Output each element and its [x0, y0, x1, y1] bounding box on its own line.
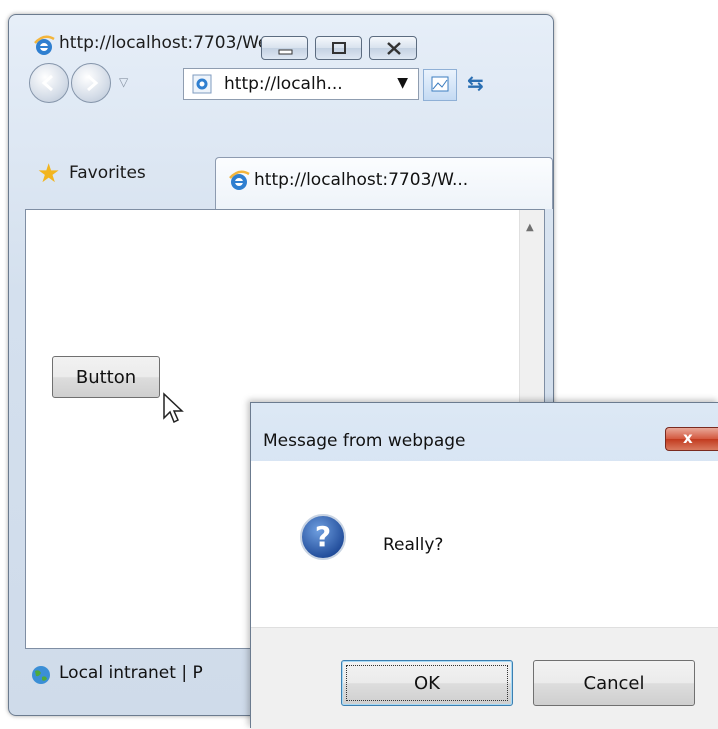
question-icon: ?	[300, 514, 346, 560]
forward-button[interactable]	[71, 63, 111, 103]
forward-arrow-icon	[87, 74, 99, 92]
confirm-dialog: Message from webpage x ? Really? OK Canc…	[250, 402, 718, 729]
restore-icon	[332, 42, 346, 54]
recent-pages-dropdown-icon[interactable]: ▽	[119, 75, 128, 89]
navigation-bar: ▽ http://localh... ▼ ⇆	[9, 61, 553, 107]
cancel-button[interactable]: Cancel	[533, 660, 695, 706]
dialog-title: Message from webpage	[263, 431, 466, 451]
star-icon: ★	[37, 159, 61, 189]
compatibility-icon	[431, 76, 449, 92]
page-button[interactable]: Button	[52, 356, 160, 398]
scroll-up-icon[interactable]: ▲	[526, 222, 534, 233]
zone-status: Local intranet | P	[59, 663, 203, 683]
dialog-footer: OK Cancel	[251, 627, 718, 729]
globe-icon	[32, 666, 50, 684]
tab-bar: ★ Favorites http://localhost:7703/W...	[9, 115, 553, 209]
tab-title: http://localhost:7703/W...	[254, 170, 469, 190]
tab-active[interactable]: http://localhost:7703/W...	[215, 157, 553, 209]
svg-text:?: ?	[315, 520, 331, 553]
refresh-icon: ⇆	[467, 71, 484, 95]
compatibility-view-button[interactable]	[423, 69, 457, 101]
dialog-message: Really?	[383, 535, 444, 555]
back-button[interactable]	[29, 63, 69, 103]
close-icon: x	[683, 429, 693, 447]
mouse-cursor-icon	[163, 392, 184, 424]
dialog-close-button[interactable]: x	[665, 427, 718, 451]
close-icon	[387, 42, 401, 55]
close-window-button[interactable]	[369, 36, 417, 60]
title-bar[interactable]: http://localhost:7703/We...	[9, 15, 553, 60]
address-bar[interactable]: http://localh... ▼	[183, 68, 419, 100]
favorites-label: Favorites	[69, 163, 146, 183]
ok-button[interactable]: OK	[341, 660, 513, 706]
address-text: http://localh...	[224, 74, 343, 94]
dialog-body: ? Really?	[251, 461, 718, 627]
address-dropdown-icon[interactable]: ▼	[397, 75, 408, 91]
minimize-button[interactable]	[261, 36, 308, 60]
window-title: http://localhost:7703/We...	[59, 33, 285, 53]
ie-page-icon	[192, 74, 212, 94]
ie-logo-icon	[34, 35, 55, 55]
refresh-button[interactable]: ⇆	[461, 69, 495, 101]
maximize-button[interactable]	[315, 36, 362, 60]
minimize-icon	[278, 49, 293, 55]
ie-logo-icon	[229, 170, 250, 190]
back-arrow-icon	[41, 74, 53, 92]
